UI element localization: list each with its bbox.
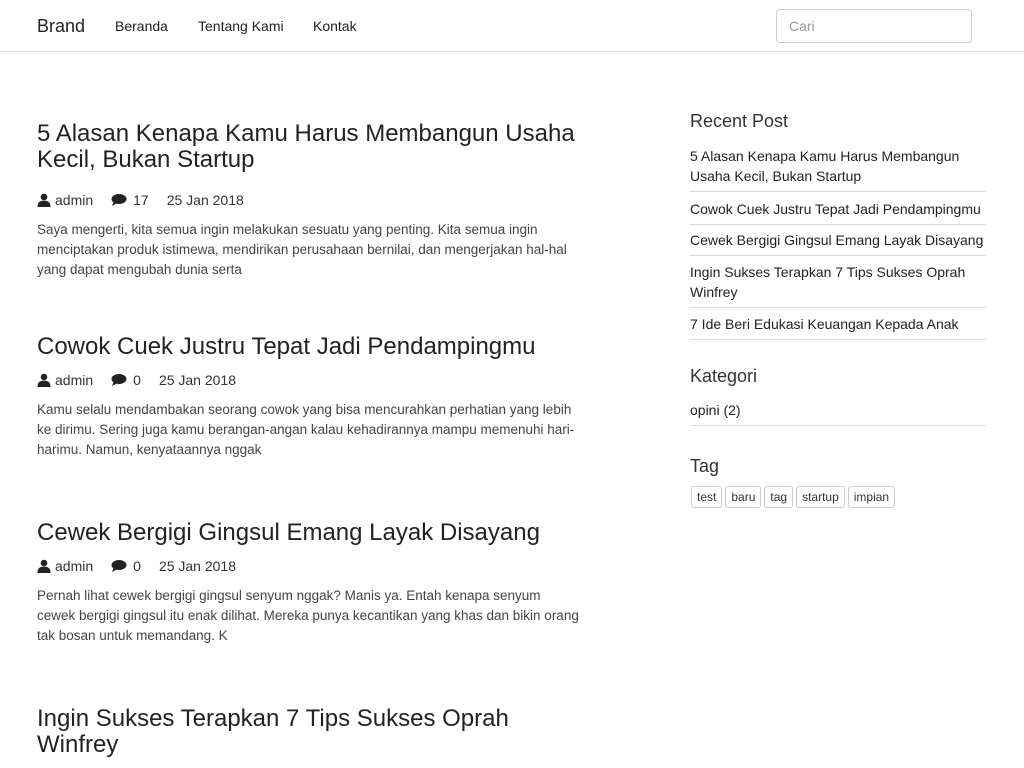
nav-link-kontak[interactable]: Kontak	[313, 17, 357, 35]
navbar: Brand Beranda Tentang Kami Kontak	[0, 0, 1024, 52]
post-item: Cowok Cuek Justru Tepat Jadi Pendampingm…	[37, 334, 582, 460]
tag-item-test[interactable]: test	[691, 486, 723, 508]
post-meta: admin 0 25 Jan 2018	[37, 370, 582, 390]
recent-post-list: 5 Alasan Kenapa Kamu Harus Membangun Usa…	[690, 146, 986, 340]
post-meta: admin 17 25 Jan 2018	[37, 190, 582, 210]
comment-icon	[111, 374, 127, 386]
post-item: Cewek Bergigi Gingsul Emang Layak Disaya…	[37, 520, 582, 646]
post-comment-count: 0	[133, 372, 141, 388]
user-icon	[37, 193, 51, 207]
nav-link-tentang-kami[interactable]: Tentang Kami	[198, 17, 284, 35]
recent-post-title: Recent Post	[690, 111, 789, 131]
tag-item-startup[interactable]: startup	[796, 486, 845, 508]
nav-link-beranda[interactable]: Beranda	[115, 17, 168, 35]
post-excerpt: Pernah lihat cewek bergigi gingsul senyu…	[37, 588, 579, 643]
post-title[interactable]: Cewek Bergigi Gingsul Emang Layak Disaya…	[37, 520, 582, 546]
post-comments: 0	[111, 372, 141, 388]
post-title[interactable]: 5 Alasan Kenapa Kamu Harus Membangun Usa…	[37, 121, 582, 173]
user-icon	[37, 373, 51, 387]
recent-post-item[interactable]: Ingin Sukses Terapkan 7 Tips Sukses Opra…	[690, 256, 986, 308]
post-author: admin	[37, 558, 93, 574]
post-date: 25 Jan 2018	[158, 558, 237, 574]
post-comments: 17	[111, 192, 149, 208]
post-item: 5 Alasan Kenapa Kamu Harus Membangun Usa…	[37, 121, 582, 280]
brand-link[interactable]: Brand	[37, 15, 85, 37]
post-comment-count: 0	[133, 558, 141, 574]
post-meta: admin 0 25 Jan 2018	[37, 556, 582, 576]
recent-post-item[interactable]: 5 Alasan Kenapa Kamu Harus Membangun Usa…	[690, 146, 986, 192]
recent-post-item[interactable]: Cowok Cuek Justru Tepat Jadi Pendampingm…	[690, 192, 986, 225]
user-icon	[37, 559, 51, 573]
post-author-name[interactable]: admin	[55, 192, 93, 208]
post-author-name[interactable]: admin	[55, 372, 93, 388]
post-excerpt: Saya mengerti, kita semua ingin melakuka…	[37, 222, 567, 277]
recent-post-item[interactable]: Cewek Bergigi Gingsul Emang Layak Disaya…	[690, 225, 986, 256]
post-item: Ingin Sukses Terapkan 7 Tips Sukses Opra…	[37, 706, 582, 758]
post-comments: 0	[111, 558, 141, 574]
tag-item-impian[interactable]: impian	[847, 486, 896, 508]
search-input[interactable]	[776, 9, 972, 43]
post-date: 25 Jan 2018	[166, 192, 244, 208]
post-excerpt: Kamu selalu mendambakan seorang cowok ya…	[37, 402, 575, 457]
post-comment-count: 17	[133, 192, 149, 208]
category-title: Kategori	[690, 366, 758, 386]
tag-item-baru[interactable]: baru	[725, 486, 762, 508]
tag-title: Tag	[690, 456, 720, 476]
post-title[interactable]: Cowok Cuek Justru Tepat Jadi Pendampingm…	[37, 334, 582, 360]
comment-icon	[111, 194, 127, 206]
post-author-name[interactable]: admin	[55, 558, 93, 574]
recent-post-item[interactable]: 7 Ide Beri Edukasi Keuangan Kepada Anak	[690, 308, 986, 340]
comment-icon	[111, 560, 127, 572]
tag-item-tag[interactable]: tag	[764, 486, 794, 508]
post-title[interactable]: Ingin Sukses Terapkan 7 Tips Sukses Opra…	[37, 706, 582, 758]
post-author: admin	[37, 192, 93, 208]
post-author: admin	[37, 372, 93, 388]
category-item[interactable]: opini (2)	[690, 400, 986, 426]
post-date: 25 Jan 2018	[158, 372, 237, 388]
tag-list: test baru tag startup impian	[691, 486, 898, 508]
